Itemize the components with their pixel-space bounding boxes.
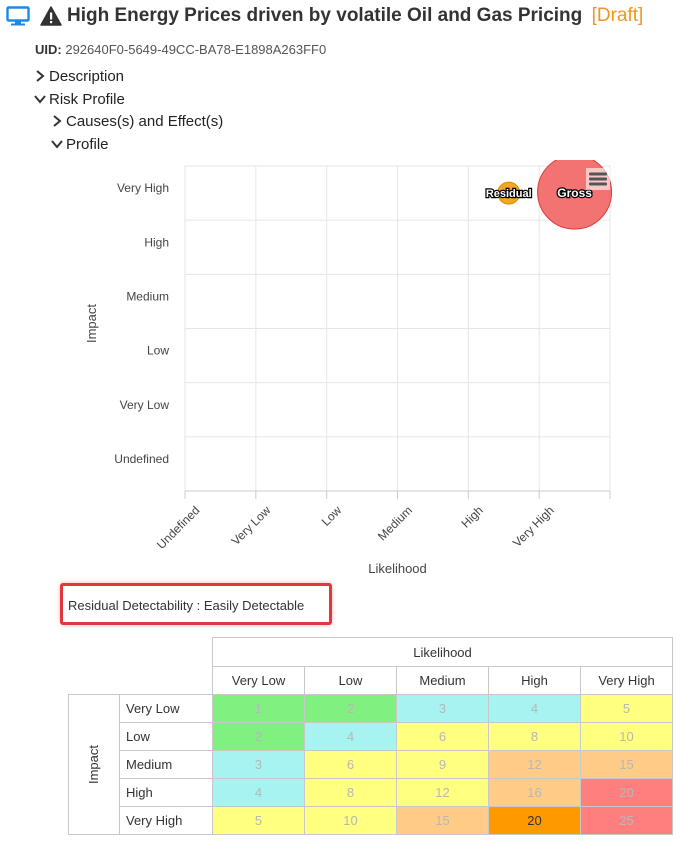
- x-tick-label: Medium: [375, 503, 415, 543]
- matrix-cell: 8: [304, 778, 397, 807]
- column-header: Low: [304, 666, 397, 695]
- y-tick-label: Low: [147, 344, 169, 358]
- y-tick-label: Medium: [126, 289, 169, 303]
- tree-item-label: Profile: [66, 136, 109, 153]
- chevron-down-icon: [51, 140, 63, 149]
- matrix-cell: 3: [212, 750, 305, 779]
- residual-label: Residual: [486, 188, 532, 200]
- column-header: Medium: [396, 666, 489, 695]
- impact-header: Impact: [68, 694, 120, 835]
- row-header: Very High: [119, 806, 213, 835]
- likelihood-header: Likelihood: [212, 637, 673, 667]
- row-header: Low: [119, 722, 213, 751]
- matrix-cell: 1: [212, 694, 305, 723]
- x-axis-title: Likelihood: [368, 561, 427, 576]
- chevron-right-icon: [36, 70, 45, 82]
- y-tick-label: Very High: [117, 181, 169, 195]
- matrix-corner: [69, 638, 213, 667]
- matrix-cell: 10: [580, 722, 673, 751]
- matrix-cell: 15: [396, 806, 489, 835]
- matrix-cell: 4: [304, 722, 397, 751]
- column-header: High: [488, 666, 581, 695]
- column-header: Very Low: [212, 666, 305, 695]
- status-badge: [Draft]: [591, 5, 644, 26]
- uid-label: UID:: [35, 42, 62, 57]
- x-tick-label: High: [459, 503, 486, 530]
- matrix-cell: 6: [396, 722, 489, 751]
- tree-item-label: Causes(s) and Effect(s): [66, 113, 224, 130]
- impact-label: Impact: [86, 744, 102, 785]
- page-title: High Energy Prices driven by volatile Oi…: [67, 5, 643, 27]
- tree-item-description[interactable]: Description: [33, 68, 124, 85]
- column-header: Very High: [580, 666, 673, 695]
- detectability-box: Residual Detectability : Easily Detectab…: [60, 583, 332, 625]
- matrix-cell: 8: [488, 722, 581, 751]
- tree-item-label: Risk Profile: [49, 91, 125, 108]
- matrix-cell: 12: [396, 778, 489, 807]
- row-header: High: [119, 778, 213, 807]
- matrix-cell: 2: [212, 722, 305, 751]
- matrix-cell: 16: [488, 778, 581, 807]
- matrix-cell: 2: [304, 694, 397, 723]
- matrix-cell: 10: [304, 806, 397, 835]
- row-header: Medium: [119, 750, 213, 779]
- x-tick-label: Undefined: [154, 503, 203, 552]
- x-tick-label: Very Low: [229, 503, 274, 548]
- risk-title: High Energy Prices driven by volatile Oi…: [67, 5, 583, 26]
- matrix-cell: 25: [580, 806, 673, 835]
- matrix-cell: 3: [396, 694, 489, 723]
- tree-item-risk-profile[interactable]: Risk Profile: [33, 91, 125, 108]
- matrix-cell: 5: [212, 806, 305, 835]
- matrix-cell: 4: [488, 694, 581, 723]
- y-tick-label: Very Low: [120, 398, 170, 412]
- matrix-cell: 9: [396, 750, 489, 779]
- matrix-cell: 5: [580, 694, 673, 723]
- matrix-cell: 15: [580, 750, 673, 779]
- chevron-down-icon: [34, 95, 46, 104]
- matrix-cell: 6: [304, 750, 397, 779]
- risk-profile-chart: Undefined Very Low Low Medium High Very High U…: [84, 160, 613, 576]
- matrix-cell: 4: [212, 778, 305, 807]
- tree-item-causes-effects[interactable]: Causes(s) and Effect(s): [50, 113, 223, 130]
- uid-line: UID: 292640F0-5649-49CC-BA78-E1898A263FF…: [35, 42, 326, 57]
- monitor-icon: [6, 6, 30, 26]
- tree-item-profile[interactable]: Profile: [50, 136, 109, 153]
- detectability-text: Residual Detectability : Easily Detectab…: [68, 598, 305, 613]
- x-tick-label: Very High: [510, 503, 557, 550]
- y-tick-label: Undefined: [114, 452, 169, 466]
- hamburger-menu-icon[interactable]: [586, 168, 610, 190]
- matrix-corner: [69, 667, 213, 695]
- y-axis-title: Impact: [84, 304, 99, 343]
- x-tick-label: Low: [319, 503, 345, 529]
- tree-item-label: Description: [49, 68, 125, 85]
- warning-icon: [40, 6, 62, 26]
- matrix-cell: 12: [488, 750, 581, 779]
- uid-value: 292640F0-5649-49CC-BA78-E1898A263FF0: [65, 42, 327, 57]
- row-header: Very Low: [119, 694, 213, 723]
- matrix-cell: 20: [580, 778, 673, 807]
- y-tick-label: High: [144, 235, 169, 249]
- chevron-right-icon: [53, 115, 62, 127]
- matrix-cell: 20: [488, 806, 581, 835]
- risk-matrix: Likelihood Very Low Low Medium High Very High…: [68, 637, 673, 835]
